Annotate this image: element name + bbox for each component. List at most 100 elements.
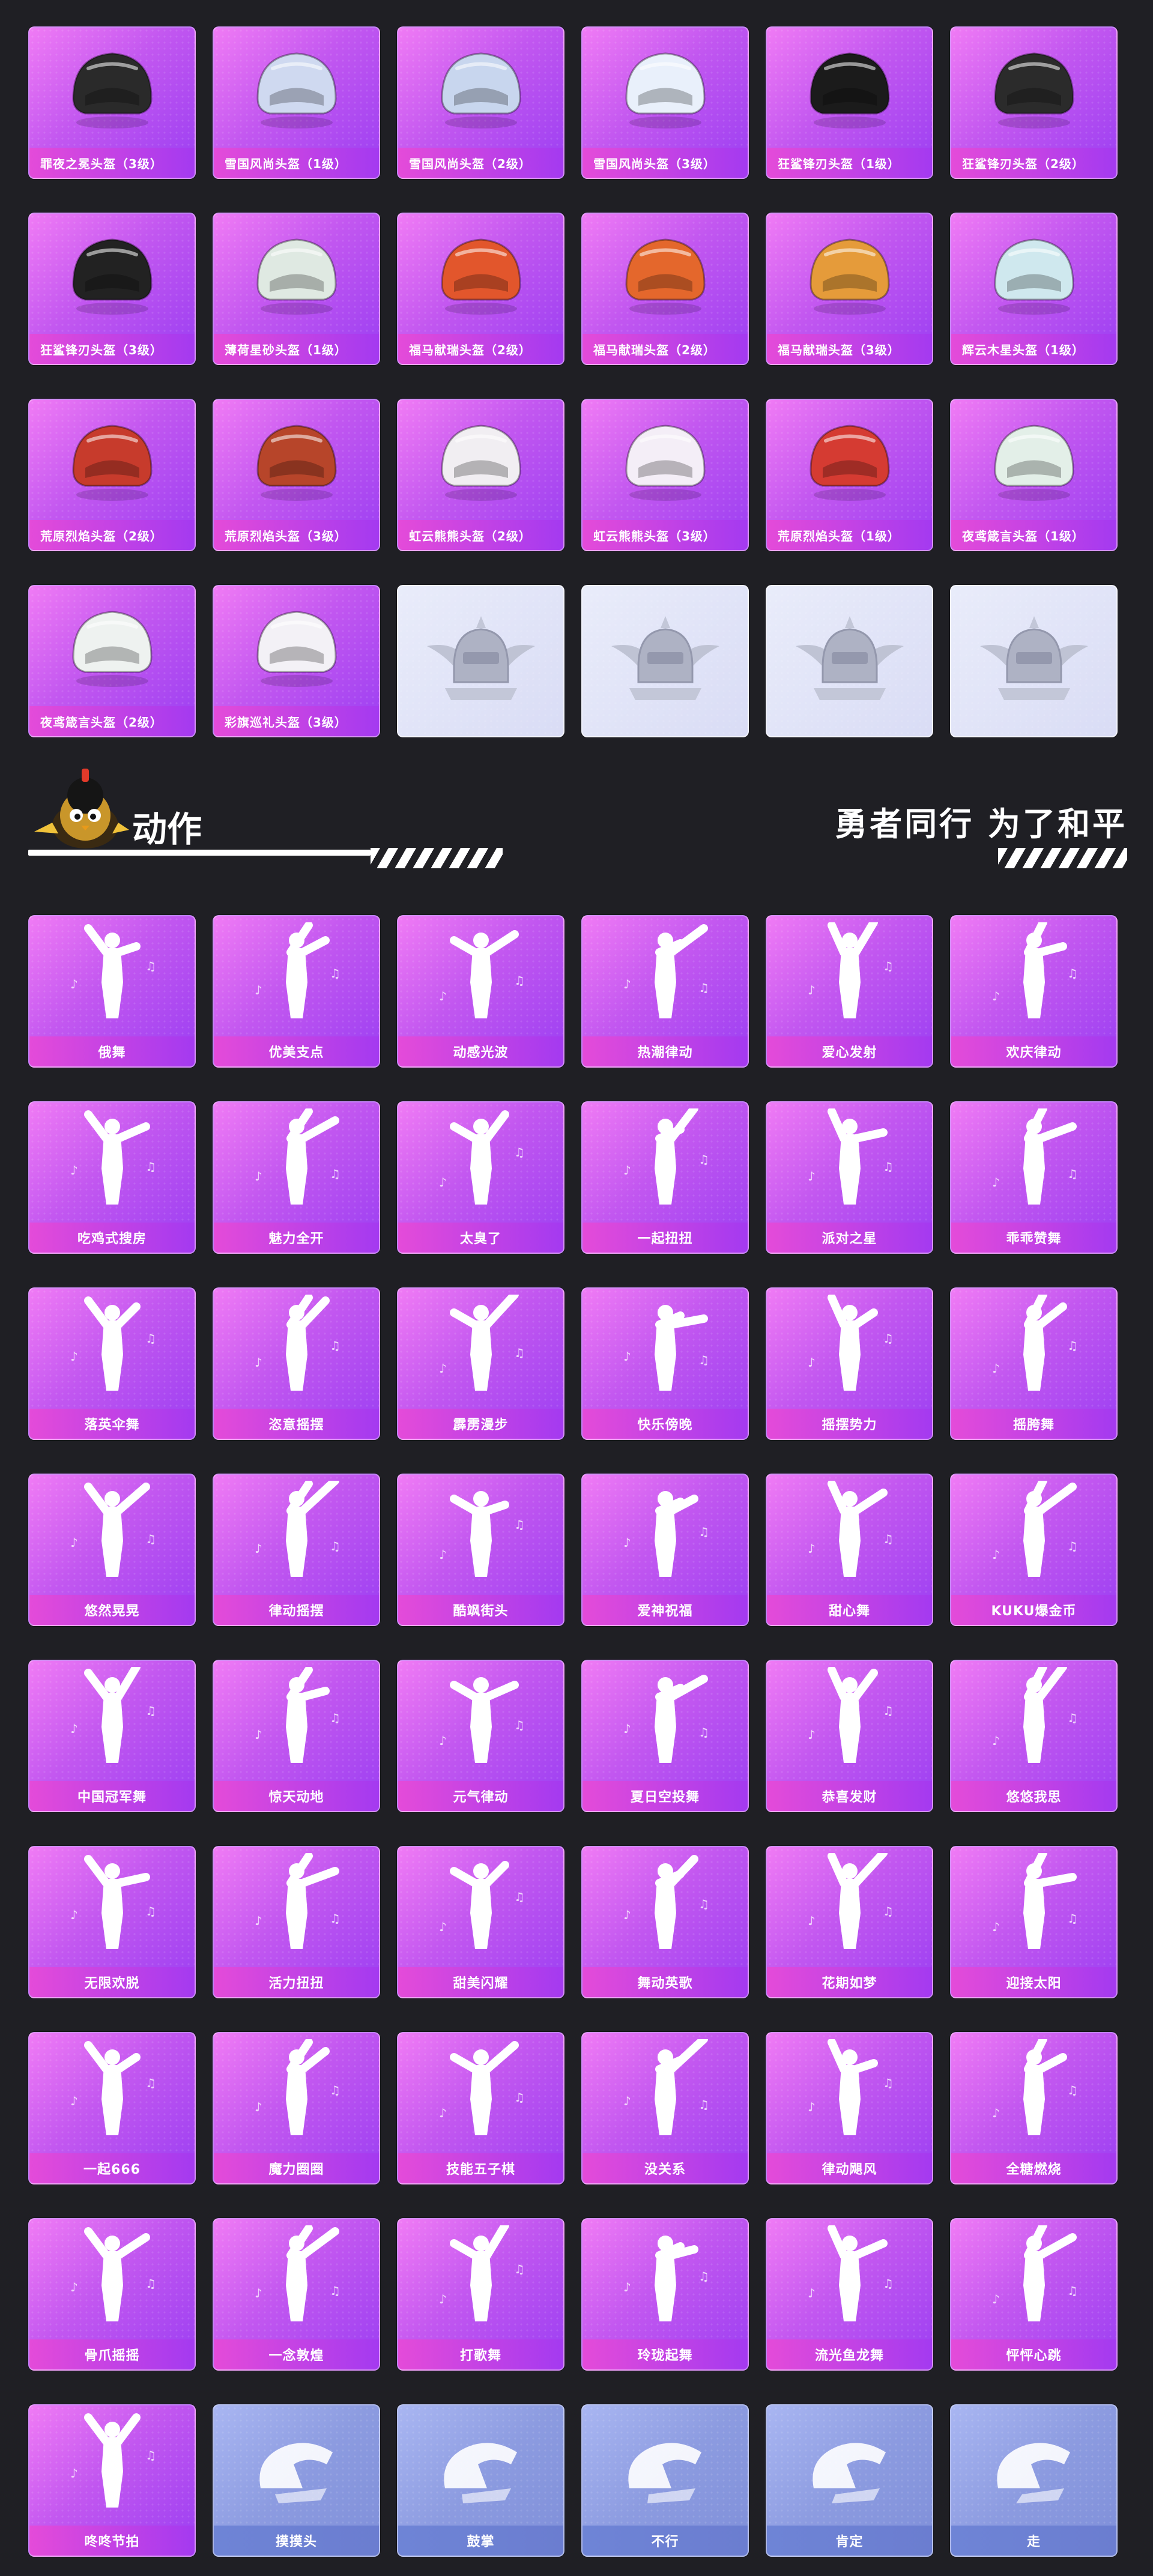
item-card[interactable]: ♪ ♫ 惊天动地 (213, 1660, 380, 1812)
item-card[interactable]: 薄荷星砂头盔（1级） (213, 213, 380, 365)
item-card[interactable]: ♪ ♫ 恣意摇摆 (213, 1287, 380, 1440)
item-card[interactable]: 荒原烈焰头盔（2级） (28, 399, 196, 551)
item-card[interactable]: ♪ ♫ 魔力圈圈 (213, 2032, 380, 2184)
item-card[interactable]: ♪ ♫ 一起扭扭 (581, 1101, 749, 1254)
item-card[interactable]: 不行 (581, 2404, 749, 2557)
svg-text:♪: ♪ (808, 1728, 816, 1742)
item-card[interactable]: ♪ ♫ 花期如梦 (766, 1846, 933, 1998)
item-card[interactable]: ♪ ♫ 甜美闪耀 (397, 1846, 564, 1998)
item-card[interactable]: ♪ ♫ 一念敦煌 (213, 2218, 380, 2371)
gesture-icon (812, 2443, 886, 2503)
item-card[interactable]: ♪ ♫ 爱心发射 (766, 915, 933, 1068)
item-card[interactable]: ♪ ♫ 元气律动 (397, 1660, 564, 1812)
item-card[interactable]: 狂鲨锋刃头盔（3级） (28, 213, 196, 365)
item-card[interactable]: ♪ ♫ 优美支点 (213, 915, 380, 1068)
item-card[interactable]: ♪ ♫ 热潮律动 (581, 915, 749, 1068)
item-card[interactable]: ♪ ♫ 一起666 (28, 2032, 196, 2184)
item-card[interactable]: 福马献瑞头盔（3级） (766, 213, 933, 365)
item-label: 肯定 (767, 2526, 932, 2556)
item-card[interactable]: 雪国风尚头盔（3级） (581, 26, 749, 179)
emote-figure-icon: ♪ ♫ (70, 924, 156, 1018)
item-card[interactable]: ♪ ♫ 落英伞舞 (28, 1287, 196, 1440)
item-card[interactable]: 辉云木星头盔（1级） (950, 213, 1118, 365)
gesture-icon (259, 2443, 333, 2503)
item-label: 律动飓风 (767, 2153, 932, 2183)
item-card[interactable]: ♪ ♫ 霹雳漫步 (397, 1287, 564, 1440)
item-card[interactable]: ♪ ♫ KUKU爆金币 (950, 1474, 1118, 1626)
item-card[interactable]: ♪ ♫ 迎接太阳 (950, 1846, 1118, 1998)
item-card[interactable]: ♪ ♫ 骨爪摇摇 (28, 2218, 196, 2371)
item-card[interactable]: ♪ ♫ 悠然晃晃 (28, 1474, 196, 1626)
item-card[interactable]: ♪ ♫ 乖乖赞舞 (950, 1101, 1118, 1254)
helmet-icon (440, 52, 521, 128)
item-card[interactable]: 鼓掌 (397, 2404, 564, 2557)
item-card[interactable]: ♪ ♫ 甜心舞 (766, 1474, 933, 1626)
emote-figure-icon: ♪ ♫ (70, 1110, 156, 1205)
svg-text:♪: ♪ (992, 2106, 1000, 2120)
item-card[interactable]: 荒原烈焰头盔（1级） (766, 399, 933, 551)
item-card[interactable]: ♪ ♫ 吃鸡式搜房 (28, 1101, 196, 1254)
item-card[interactable]: 雪国风尚头盔（1级） (213, 26, 380, 179)
item-card[interactable]: 福马献瑞头盔（2级） (581, 213, 749, 365)
item-card[interactable]: ♪ ♫ 舞动英歌 (581, 1846, 749, 1998)
item-card[interactable]: ♪ ♫ 玲珑起舞 (581, 2218, 749, 2371)
item-card[interactable]: ♪ ♫ 摇摆势力 (766, 1287, 933, 1440)
item-card[interactable]: ♪ ♫ 摇胯舞 (950, 1287, 1118, 1440)
item-label: 霹雳漫步 (398, 1409, 563, 1439)
item-card[interactable]: ♪ ♫ 太臭了 (397, 1101, 564, 1254)
item-card[interactable]: ♪ ♫ 动感光波 (397, 915, 564, 1068)
svg-text:♪: ♪ (439, 989, 447, 1003)
item-card[interactable]: 虹云熊熊头盔（3级） (581, 399, 749, 551)
item-card[interactable]: 彩旗巡礼头盔（3级） (213, 585, 380, 737)
item-card[interactable]: ♪ ♫ 律动飓风 (766, 2032, 933, 2184)
item-card[interactable]: ♪ ♫ 打歌舞 (397, 2218, 564, 2371)
item-card[interactable]: ♪ ♫ 魅力全开 (213, 1101, 380, 1254)
helmet-icon (71, 611, 153, 687)
item-card[interactable]: 雪国风尚头盔（2级） (397, 26, 564, 179)
item-card[interactable]: ♪ ♫ 流光鱼龙舞 (766, 2218, 933, 2371)
item-card[interactable]: ♪ ♫ 律动摇摆 (213, 1474, 380, 1626)
item-card[interactable]: ♪ ♫ 全糖燃烧 (950, 2032, 1118, 2184)
item-card[interactable]: 罪夜之冕头盔（3级） (28, 26, 196, 179)
item-card[interactable]: 狂鲨锋刃头盔（2级） (950, 26, 1118, 179)
item-card[interactable]: ♪ ♫ 悠悠我思 (950, 1660, 1118, 1812)
item-card[interactable]: 肯定 (766, 2404, 933, 2557)
item-card[interactable]: ♪ ♫ 夏日空投舞 (581, 1660, 749, 1812)
item-card[interactable]: 夜鸢箴言头盔（1级） (950, 399, 1118, 551)
item-card[interactable]: 荒原烈焰头盔（3级） (213, 399, 380, 551)
svg-text:♫: ♫ (514, 1145, 525, 1160)
item-card[interactable]: ♪ ♫ 欢庆律动 (950, 915, 1118, 1068)
item-card[interactable]: ♪ ♫ 怦怦心跳 (950, 2218, 1118, 2371)
item-card[interactable]: ♪ ♫ 无限欢脱 (28, 1846, 196, 1998)
item-card[interactable]: ♪ ♫ 酷飒街头 (397, 1474, 564, 1626)
item-card[interactable]: 夜鸢箴言头盔（2级） (28, 585, 196, 737)
item-card[interactable]: ♪ ♫ 快乐傍晚 (581, 1287, 749, 1440)
item-card[interactable]: ♪ ♫ 爱神祝福 (581, 1474, 749, 1626)
item-card[interactable]: ♪ ♫ 技能五子棋 (397, 2032, 564, 2184)
item-card[interactable]: ♪ ♫ 活力扭扭 (213, 1846, 380, 1998)
emote-figure-icon: ♪ ♫ (255, 922, 340, 1018)
item-card[interactable]: 摸摸头 (213, 2404, 380, 2557)
emote-figure-icon: ♪ ♫ (70, 1483, 156, 1577)
svg-text:♪: ♪ (70, 2094, 78, 2108)
item-card[interactable]: ♪ ♫ 恭喜发财 (766, 1660, 933, 1812)
item-card[interactable]: 狂鲨锋刃头盔（1级） (766, 26, 933, 179)
item-card[interactable]: 虹云熊熊头盔（2级） (397, 399, 564, 551)
item-card[interactable]: ♪ ♫ 派对之星 (766, 1101, 933, 1254)
svg-text:♫: ♫ (698, 1525, 709, 1539)
svg-text:♪: ♪ (255, 2100, 262, 2114)
item-card[interactable]: 福马献瑞头盔（2级） (397, 213, 564, 365)
item-card[interactable]: ♪ ♫ 中国冠军舞 (28, 1660, 196, 1812)
svg-text:♫: ♫ (698, 1897, 709, 1911)
helmet-icon (993, 238, 1074, 315)
svg-text:♫: ♫ (145, 959, 156, 973)
svg-text:♫: ♫ (145, 1331, 156, 1346)
svg-text:♫: ♫ (330, 1539, 340, 1553)
item-label: 摇摆势力 (767, 1409, 932, 1439)
item-card[interactable]: 走 (950, 2404, 1118, 2557)
item-card[interactable]: ♪ ♫ 没关系 (581, 2032, 749, 2184)
item-card[interactable]: ♪ ♫ 咚咚节拍 (28, 2404, 196, 2557)
item-label: 打歌舞 (398, 2339, 563, 2369)
svg-text:♪: ♪ (808, 1541, 816, 1556)
item-card[interactable]: ♪ ♫ 俄舞 (28, 915, 196, 1068)
